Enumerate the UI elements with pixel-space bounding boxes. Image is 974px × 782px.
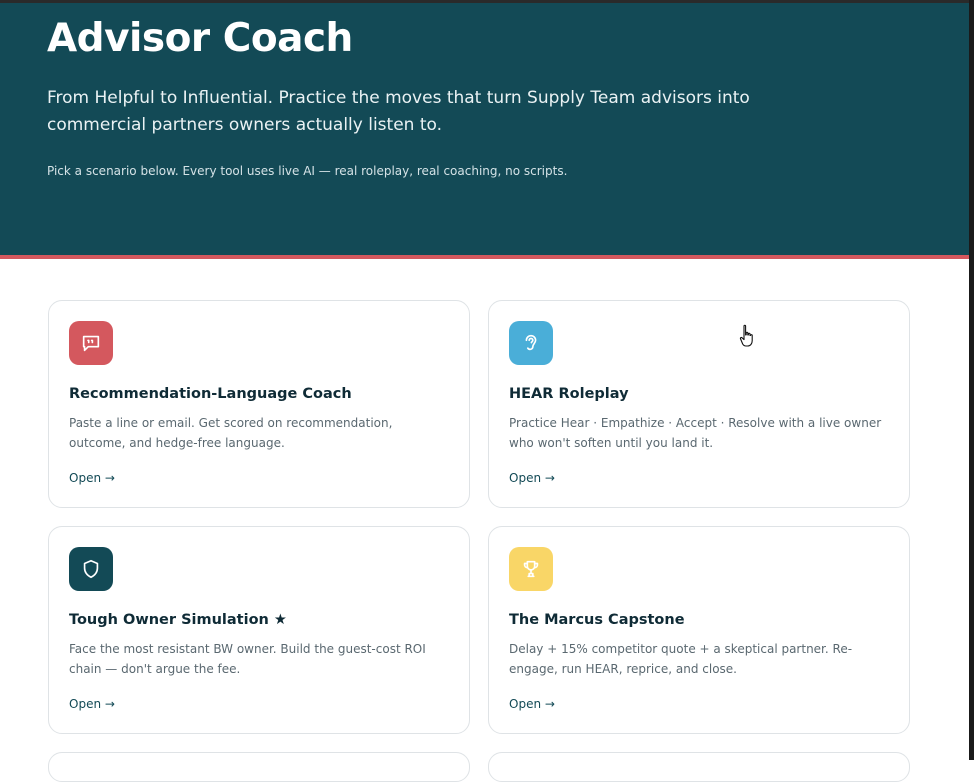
card-partial[interactable] [48,752,470,782]
open-link[interactable]: Open → [509,471,555,485]
speech-bubble-icon [69,321,113,365]
card-description: Paste a line or email. Get scored on rec… [69,416,393,450]
open-link[interactable]: Open → [69,471,115,485]
window-right-edge [969,0,974,760]
hand-cursor-icon [739,324,753,347]
hero-banner: Advisor Coach From Helpful to Influentia… [0,3,974,255]
hero-accent-bar [0,255,974,259]
hero-note: Pick a scenario below. Every tool uses l… [47,164,568,178]
card-description: Practice Hear · Empathize · Accept · Res… [509,416,882,450]
card-description: Face the most resistant BW owner. Build … [69,642,426,676]
card-recommendation-language-coach[interactable]: Recommendation-Language Coach Paste a li… [48,300,470,508]
ear-icon [509,321,553,365]
page-title: Advisor Coach [47,16,353,61]
hero-subtitle: From Helpful to Influential. Practice th… [47,88,750,135]
trophy-icon [509,547,553,591]
card-title: HEAR Roleplay [509,386,629,402]
shield-icon [69,547,113,591]
card-tough-owner-simulation[interactable]: Tough Owner Simulation ★ Face the most r… [48,526,470,734]
open-link[interactable]: Open → [509,697,555,711]
card-description: Delay + 15% competitor quote + a skeptic… [509,642,853,676]
card-hear-roleplay[interactable]: HEAR Roleplay Practice Hear · Empathize … [488,300,910,508]
card-title: The Marcus Capstone [509,612,685,628]
card-partial[interactable] [488,752,910,782]
card-title: Recommendation-Language Coach [69,386,352,402]
open-link[interactable]: Open → [69,697,115,711]
card-title: Tough Owner Simulation ★ [69,612,287,628]
card-marcus-capstone[interactable]: The Marcus Capstone Delay + 15% competit… [488,526,910,734]
